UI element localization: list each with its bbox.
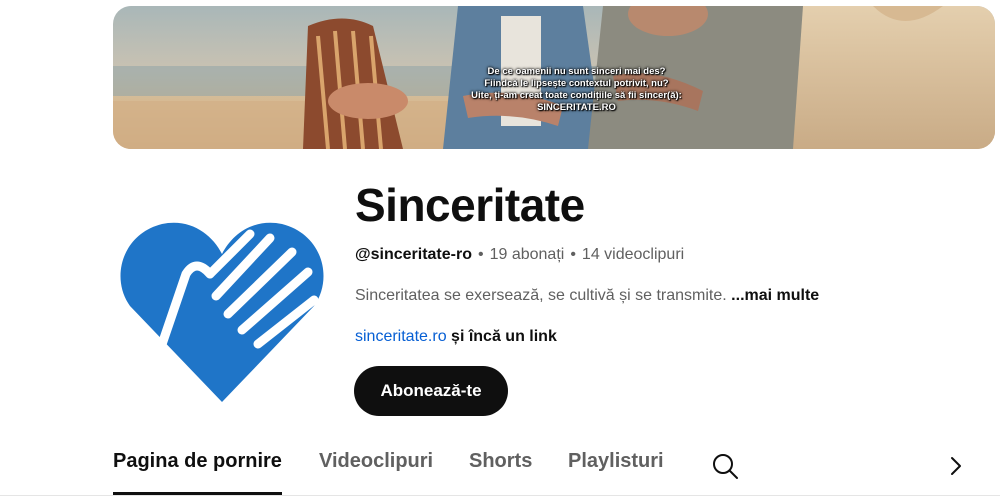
tab-search-button[interactable] bbox=[710, 451, 740, 481]
separator-dot: • bbox=[570, 246, 576, 263]
tab-home[interactable]: Pagina de pornire bbox=[113, 450, 282, 495]
tabs-divider bbox=[0, 495, 1000, 496]
channel-avatar[interactable] bbox=[118, 216, 326, 406]
heart-hand-logo-icon bbox=[120, 222, 324, 402]
tabs-next-button[interactable] bbox=[944, 454, 968, 478]
more-links-button[interactable]: și încă un link bbox=[451, 328, 557, 345]
banner-line: De ce oamenii nu sunt sinceri mai des? bbox=[487, 66, 666, 77]
website-link[interactable]: sinceritate.ro bbox=[355, 328, 447, 345]
channel-handle: @sinceritate-ro bbox=[355, 246, 472, 263]
channel-tabs: Pagina de pornire Videoclipuri Shorts Pl… bbox=[0, 430, 1000, 501]
banner-line: SINCERITATE.RO bbox=[537, 102, 616, 113]
channel-links: sinceritate.ro și încă un link bbox=[355, 328, 557, 346]
channel-meta: @sinceritate-ro • 19 abonați • 14 videoclipu… bbox=[355, 246, 684, 264]
more-link[interactable]: ...mai multe bbox=[731, 287, 819, 304]
subscriber-count: 19 abonați bbox=[489, 246, 565, 263]
search-icon bbox=[713, 454, 738, 479]
tab-shorts[interactable]: Shorts bbox=[469, 450, 532, 494]
channel-name: Sinceritate bbox=[355, 179, 585, 231]
tab-videos[interactable]: Videoclipuri bbox=[319, 450, 433, 494]
separator-dot: • bbox=[477, 246, 484, 263]
banner-line: Fiindcă le lipsește contextul potrivit, … bbox=[484, 78, 669, 89]
video-count: 14 videoclipuri bbox=[581, 246, 685, 263]
tab-playlists[interactable]: Playlisturi bbox=[568, 450, 664, 494]
banner-line: Uite, ți-am creat toate condițiile să fi… bbox=[471, 90, 682, 101]
channel-description[interactable]: Sinceritatea se exersează, se cultivă și… bbox=[355, 287, 819, 305]
subscribe-button[interactable]: Abonează-te bbox=[354, 366, 508, 416]
chevron-right-icon bbox=[951, 457, 961, 475]
banner-caption: De ce oamenii nu sunt sinceri mai des? F… bbox=[113, 66, 995, 114]
channel-banner: De ce oamenii nu sunt sinceri mai des? F… bbox=[113, 6, 995, 149]
description-text: Sinceritatea se exersează, se cultivă și… bbox=[355, 287, 732, 304]
